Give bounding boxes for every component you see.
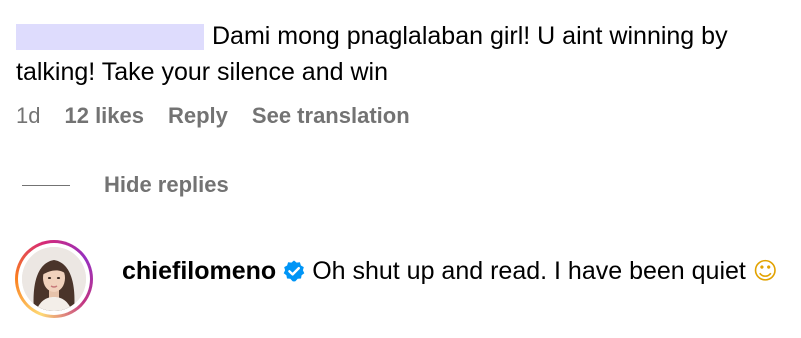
smiling-face-icon: ☺ <box>752 257 778 285</box>
verified-badge-icon <box>283 260 305 282</box>
reply-text: Oh shut up and read. I have been quiet <box>312 257 746 285</box>
thread-divider <box>22 184 70 186</box>
story-ring[interactable] <box>15 240 93 318</box>
comment-meta-row: 1d 12 likes Reply See translation <box>16 103 410 129</box>
reply-button[interactable]: Reply <box>168 103 228 129</box>
likes-count-button[interactable]: 12 likes <box>64 103 144 129</box>
hide-replies-button[interactable]: Hide replies <box>104 172 229 198</box>
reply-username[interactable]: chiefilomeno <box>122 257 276 285</box>
avatar-portrait-icon <box>22 247 86 311</box>
avatar[interactable] <box>22 247 86 311</box>
top-comment: Dami mong pnaglalaban girl! U aint winni… <box>16 18 786 90</box>
see-translation-button[interactable]: See translation <box>252 103 410 129</box>
hide-replies-row[interactable]: Hide replies <box>22 172 229 198</box>
redacted-username <box>16 24 204 50</box>
comment-time: 1d <box>16 103 41 128</box>
reply-comment: chiefilomeno Oh shut up and read. I have… <box>122 253 782 289</box>
